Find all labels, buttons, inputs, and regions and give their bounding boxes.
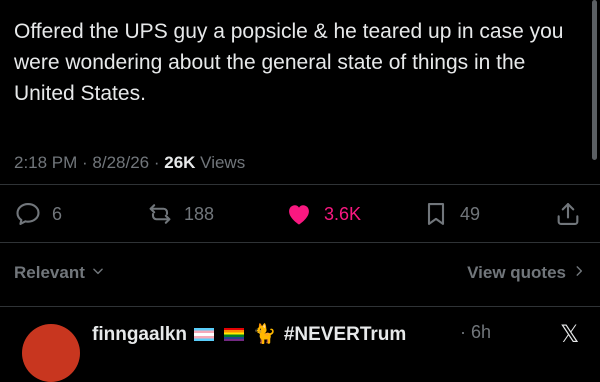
repost-icon (146, 200, 174, 228)
heart-icon (284, 200, 314, 228)
repost-count: 188 (184, 203, 215, 224)
bookmark-button[interactable]: 49 (422, 196, 480, 232)
animal-emoji-icon: 🐈 (252, 324, 277, 345)
reply-author-tag: #NEVERTrum (283, 324, 407, 345)
view-quotes-link[interactable]: View quotes (467, 263, 586, 283)
sort-bar: Relevant View quotes (14, 258, 586, 288)
reply-tweet[interactable]: finngaalkn 🐈 #NEVERTrum · 6h 𝕏 (0, 308, 600, 382)
sort-label: Relevant (14, 263, 85, 282)
chevron-right-icon (572, 263, 586, 283)
bookmark-icon (422, 200, 450, 228)
reply-icon (14, 200, 42, 228)
avatar[interactable] (22, 324, 80, 382)
reply-author-name: finngaalkn (92, 324, 188, 345)
action-bar: 6 188 3.6K 49 (0, 196, 600, 232)
tweet-timestamp[interactable]: 2:18 PM · 8/28/26 · (14, 153, 164, 172)
reply-author[interactable]: finngaalkn 🐈 #NEVERTrum (92, 322, 406, 346)
scrollbar[interactable] (592, 0, 597, 160)
chevron-down-icon (91, 263, 105, 283)
view-quotes-label: View quotes (467, 263, 566, 282)
divider (0, 242, 600, 243)
bookmark-count: 49 (460, 203, 481, 224)
repost-button[interactable]: 188 (146, 196, 214, 232)
x-logo-icon: 𝕏 (560, 320, 580, 348)
views-count[interactable]: 26K (164, 153, 195, 172)
views-label: Views (195, 153, 246, 172)
tweet-text: Offered the UPS guy a popsicle & he tear… (14, 20, 564, 105)
like-count: 3.6K (324, 203, 362, 224)
share-icon (554, 200, 582, 228)
sort-dropdown[interactable]: Relevant (14, 263, 105, 283)
share-button[interactable] (554, 196, 582, 232)
divider (0, 184, 600, 185)
reply-button[interactable]: 6 (14, 196, 62, 232)
like-button[interactable]: 3.6K (284, 196, 361, 232)
divider (0, 306, 600, 307)
tweet-meta: 2:18 PM · 8/28/26 · 26K Views (14, 153, 245, 173)
reply-count: 6 (52, 203, 63, 224)
